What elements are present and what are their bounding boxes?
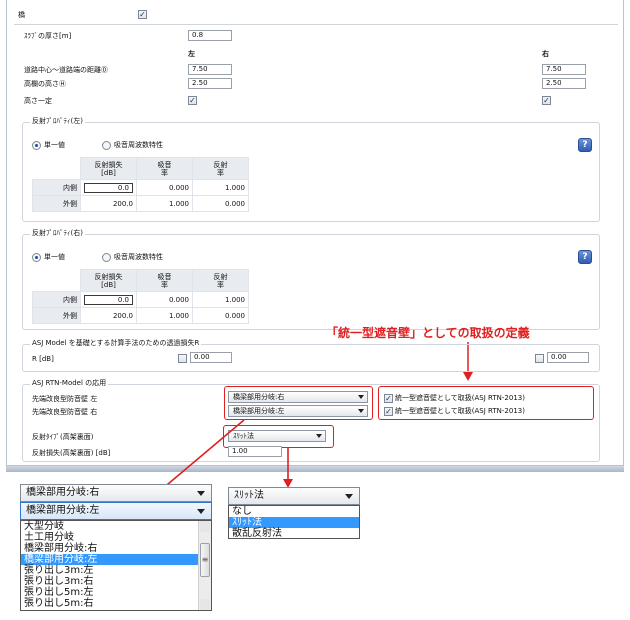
list-item[interactable]: 橋梁部用分岐:左 [21, 554, 211, 565]
zoom-right-option-list[interactable]: なし ｽﾘｯﾄ法 散乱反射法 [228, 505, 360, 539]
zoom-left-closed-select[interactable]: 橋梁部用分岐:右 [20, 484, 212, 502]
scrollbar-thumb[interactable]: ≡ [200, 543, 210, 577]
list-item[interactable]: 張り出し5m:右 [21, 598, 211, 609]
list-item[interactable]: 散乱反射法 [229, 528, 359, 539]
list-item[interactable]: 土工用分岐 [21, 532, 211, 543]
zoom-left-open-select[interactable]: 橋梁部用分岐:左 [20, 502, 212, 520]
list-item[interactable]: ｽﾘｯﾄ法 [229, 517, 359, 528]
zoom-left-option-list[interactable]: 大型分岐 土工用分岐 橋梁部用分岐:右 橋梁部用分岐:左 張り出し3m:左 張り… [20, 520, 212, 611]
list-item[interactable]: 張り出し3m:左 [21, 565, 211, 576]
list-item[interactable]: 張り出し3m:右 [21, 576, 211, 587]
list-item[interactable]: 大型分岐 [21, 521, 211, 532]
zoom-right-select[interactable]: ｽﾘｯﾄ法 [228, 487, 360, 505]
list-item[interactable]: なし [229, 506, 359, 517]
list-item[interactable]: 橋梁部用分岐:右 [21, 543, 211, 554]
list-item[interactable]: 張り出し5m:左 [21, 587, 211, 598]
list-scrollbar[interactable]: ≡ [198, 521, 211, 610]
